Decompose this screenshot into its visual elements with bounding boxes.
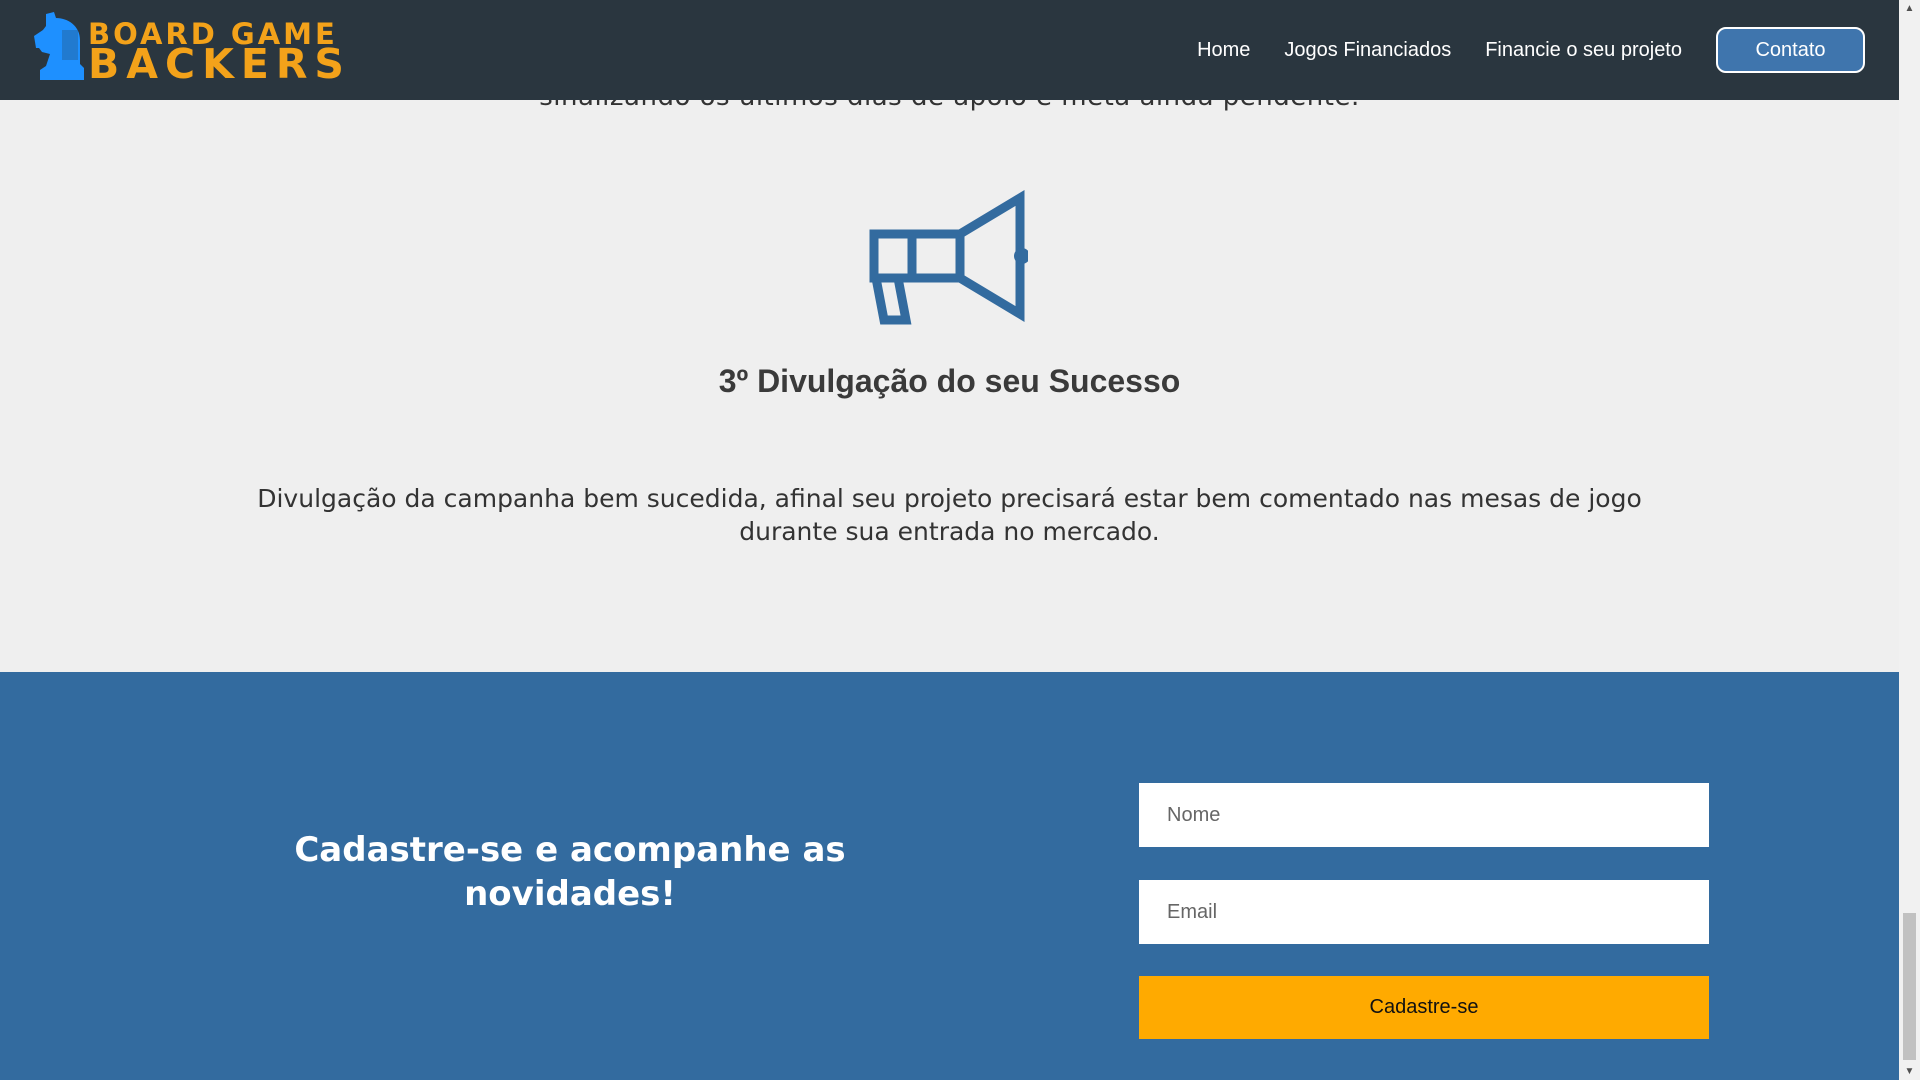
knight-chess-piece-icon	[34, 12, 84, 80]
site-logo[interactable]: BOARD GAME BACKERS	[32, 10, 344, 86]
newsletter-section: Cadastre-se e acompanhe as novidades! Ca…	[0, 672, 1899, 1080]
nav-link-financie-projeto[interactable]: Financie o seu projeto	[1485, 39, 1682, 62]
megaphone-icon	[869, 190, 1028, 325]
scroll-up-arrow-icon[interactable]: ▲	[1899, 0, 1920, 17]
contact-button[interactable]: Contato	[1716, 27, 1865, 73]
nav-link-jogos-financiados[interactable]: Jogos Financiados	[1284, 39, 1451, 62]
step-title: 3º Divulgação do seu Sucesso	[718, 363, 1181, 399]
step-description: Divulgação da campanha bem sucedida, afi…	[257, 484, 1642, 546]
top-navbar: BOARD GAME BACKERS Home Jogos Financiado…	[0, 0, 1899, 100]
page: sinalizando os últimos dias de apoio e m…	[0, 0, 1899, 1080]
email-input[interactable]	[1139, 880, 1709, 944]
nav-link-home[interactable]: Home	[1197, 39, 1250, 62]
scroll-down-arrow-icon[interactable]: ▼	[1899, 1063, 1920, 1080]
signup-heading: Cadastre-se e acompanhe as novidades!	[294, 830, 846, 914]
vertical-scrollbar[interactable]: ▲ ▼	[1899, 0, 1920, 1080]
main-nav: Home Jogos Financiados Financie o seu pr…	[1197, 0, 1899, 100]
logo-text-bottom: BACKERS	[88, 40, 351, 88]
name-input[interactable]	[1139, 783, 1709, 847]
signup-submit-button[interactable]: Cadastre-se	[1139, 976, 1709, 1039]
scrollbar-thumb[interactable]	[1903, 913, 1916, 1060]
